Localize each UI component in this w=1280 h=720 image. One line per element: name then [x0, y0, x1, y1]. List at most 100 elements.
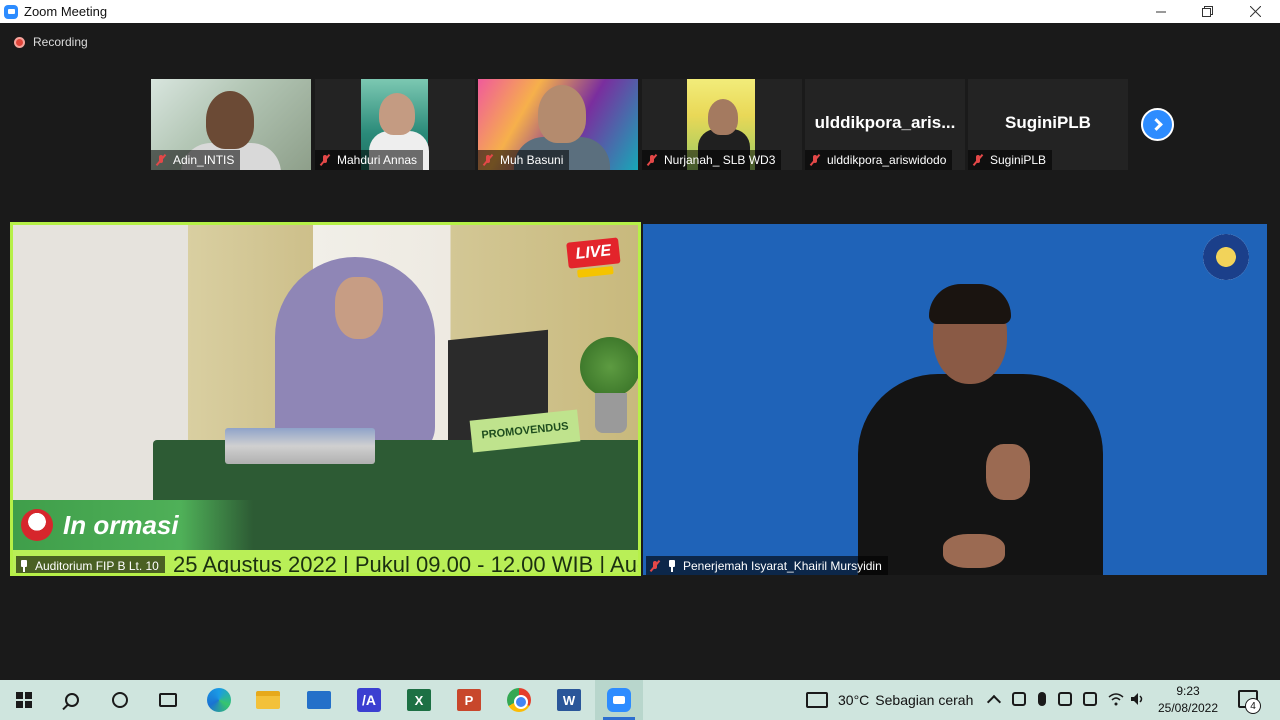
video-tile-name: Penerjemah Isyarat_Khairil Mursyidin: [683, 558, 882, 573]
weather-icon: [806, 692, 828, 708]
restore-button[interactable]: [1184, 0, 1230, 23]
participant-thumbnail[interactable]: Adin_INTIS: [151, 79, 311, 170]
video-tile-interpreter[interactable]: Penerjemah Isyarat_Khairil Mursyidin: [643, 224, 1267, 575]
mic-muted-icon: [646, 154, 658, 166]
pin-icon: [19, 559, 29, 572]
folder-icon: [256, 691, 280, 709]
microphone-icon[interactable]: [1038, 692, 1046, 706]
recording-indicator[interactable]: Recording: [14, 35, 88, 49]
zoom-logo-icon: [4, 4, 18, 19]
interpreter-hair: [929, 284, 1011, 324]
word-icon: W: [557, 689, 581, 711]
taskbar-edge[interactable]: [195, 680, 243, 720]
battery-icon[interactable]: [1083, 692, 1097, 706]
taskbar-pen-app[interactable]: /A: [345, 680, 393, 720]
plant-pot: [595, 393, 627, 433]
participant-thumbnail[interactable]: Mahduri Annas: [315, 79, 475, 170]
participant-name: ulddikpora_ariswidodo: [827, 153, 947, 167]
pin-icon: [667, 559, 677, 572]
minimize-icon: [1156, 11, 1166, 12]
title-bar: Zoom Meeting: [0, 0, 1280, 23]
weather-widget[interactable]: 30°C Sebagian cerah: [806, 680, 973, 720]
start-button[interactable]: [0, 680, 48, 720]
participant-name-tag: ulddikpora_ariswidodo: [805, 150, 953, 170]
live-label: LIVE: [566, 237, 621, 269]
taskbar-mail[interactable]: [295, 680, 343, 720]
cortana-button[interactable]: [96, 680, 144, 720]
participant-name: Mahduri Annas: [337, 153, 418, 167]
participant-name-tag: Muh Basuni: [478, 150, 570, 170]
video-tile-name-tag: Auditorium FIP B Lt. 10: [16, 556, 165, 573]
close-button[interactable]: [1232, 0, 1278, 23]
books: [225, 428, 375, 464]
clock-date: 25/08/2022: [1157, 701, 1219, 715]
tray-app-icon[interactable]: [1012, 692, 1026, 706]
search-button[interactable]: [48, 680, 96, 720]
windows-taskbar: /A X P W 30°C Sebagian cerah 9:23 25/08/…: [0, 680, 1280, 720]
edge-icon: [207, 688, 231, 712]
zoom-app: Zoom Meeting Recording Adin_INTIS Mahdur…: [0, 0, 1280, 720]
live-underline: [577, 266, 614, 278]
restore-icon: [1201, 6, 1213, 17]
participant-thumbnail[interactable]: Muh Basuni: [478, 79, 638, 170]
participant-display-name: ulddikpora_aris...: [814, 113, 956, 132]
participant-name-tag: Adin_INTIS: [151, 150, 241, 170]
mic-muted-icon: [972, 154, 984, 166]
taskbar-powerpoint[interactable]: P: [445, 680, 493, 720]
participant-name-tag: Nurjanah_ SLB WD3: [642, 150, 782, 170]
minimize-button[interactable]: [1138, 0, 1184, 23]
participant-name: SuginiPLB: [990, 153, 1047, 167]
volume-icon-glyph: [1131, 693, 1143, 705]
taskbar-file-explorer[interactable]: [244, 680, 292, 720]
mic-muted-icon: [482, 154, 494, 166]
excel-icon: X: [407, 689, 431, 711]
mic-muted-icon: [649, 560, 661, 572]
taskbar-excel[interactable]: X: [395, 680, 443, 720]
taskbar-chrome[interactable]: [495, 680, 543, 720]
windows-icon: [16, 692, 32, 708]
task-view-button[interactable]: [144, 680, 192, 720]
taskbar-zoom[interactable]: [595, 680, 643, 720]
tray-device-icon[interactable]: [1058, 692, 1072, 706]
task-view-icon: [159, 693, 177, 707]
taskbar-word[interactable]: W: [545, 680, 593, 720]
participant-thumbnail[interactable]: ulddikpora_aris... ulddikpora_ariswidodo: [805, 79, 965, 170]
recording-icon: [14, 36, 25, 48]
university-logo-icon: [21, 509, 53, 541]
wifi-icon[interactable]: [1108, 692, 1124, 708]
volume-icon[interactable]: [1130, 692, 1146, 708]
video-tile-name: Auditorium FIP B Lt. 10: [35, 558, 159, 573]
pen-app-icon: /A: [357, 688, 381, 712]
interpreter-hand: [943, 534, 1005, 568]
participant-name: Muh Basuni: [500, 153, 564, 167]
mic-muted-icon: [319, 154, 331, 166]
participant-name: Adin_INTIS: [173, 153, 235, 167]
plant: [580, 337, 638, 397]
participant-face: [538, 85, 586, 143]
zoom-icon: [607, 688, 631, 712]
mic-muted-icon: [809, 154, 821, 166]
next-page-button[interactable]: [1141, 108, 1174, 141]
participant-name-tag: Mahduri Annas: [315, 150, 424, 170]
mic-muted-icon: [155, 154, 167, 166]
video-tile-auditorium[interactable]: PROMOVENDUS LIVE In ormasi 25 Agustus 20…: [10, 222, 641, 576]
taskbar-clock[interactable]: 9:23 25/08/2022: [1152, 683, 1224, 717]
weather-temp: 30°C: [838, 692, 870, 708]
interpreter-hand: [986, 444, 1030, 500]
participant-name: Nurjanah_ SLB WD3: [664, 153, 776, 167]
speaker-face: [335, 277, 383, 339]
participant-face: [379, 93, 415, 135]
notification-count-badge: 4: [1245, 698, 1261, 714]
show-hidden-icons-button[interactable]: [987, 692, 1001, 708]
chevron-right-icon: [1149, 118, 1163, 131]
clock-time: 9:23: [1176, 684, 1200, 698]
participant-name-tag: SuginiPLB: [968, 150, 1053, 170]
participant-thumbnail[interactable]: SuginiPLB SuginiPLB: [968, 79, 1128, 170]
participant-thumbnail[interactable]: Nurjanah_ SLB WD3: [642, 79, 802, 170]
window-title: Zoom Meeting: [24, 4, 108, 19]
wifi-icon-glyph: [1108, 693, 1124, 706]
video-tile-name-tag: Penerjemah Isyarat_Khairil Mursyidin: [646, 556, 888, 575]
search-icon: [65, 693, 79, 707]
cortana-icon: [112, 692, 128, 708]
weather-condition: Sebagian cerah: [875, 692, 974, 708]
